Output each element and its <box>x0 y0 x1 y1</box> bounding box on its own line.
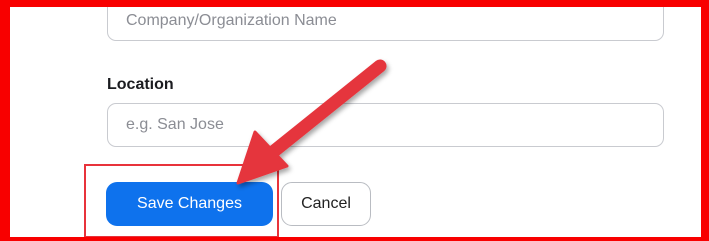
save-changes-button[interactable]: Save Changes <box>106 182 273 226</box>
company-name-input[interactable] <box>107 0 664 41</box>
cancel-button[interactable]: Cancel <box>281 182 371 226</box>
location-input[interactable] <box>107 103 664 147</box>
location-label: Location <box>107 76 174 93</box>
profile-form: Location Save Changes Cancel <box>0 0 709 241</box>
